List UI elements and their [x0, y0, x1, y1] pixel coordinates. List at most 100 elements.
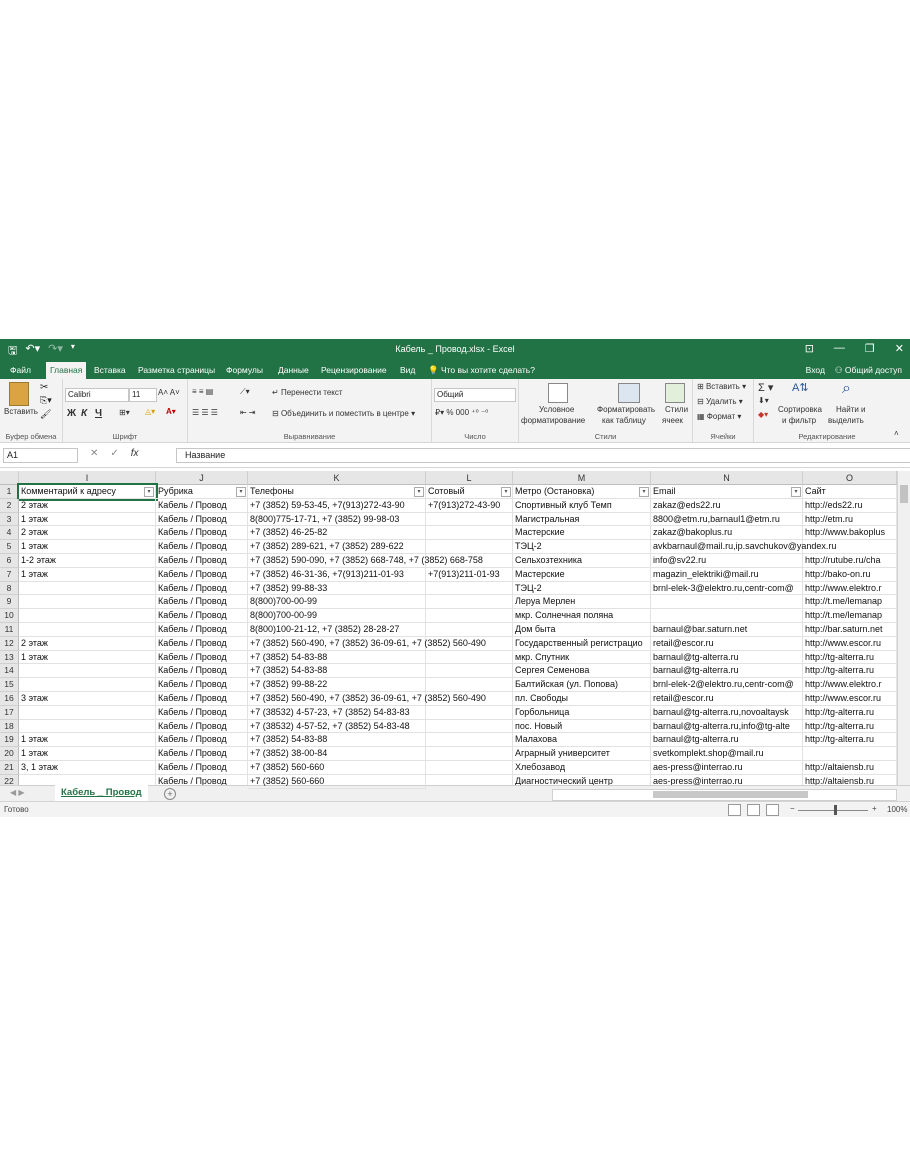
table-cell[interactable]: Сергея Семенова	[513, 664, 651, 679]
table-cell[interactable]	[426, 664, 513, 679]
table-cell[interactable]	[19, 581, 156, 596]
borders-icon[interactable]: ⊞▾	[119, 408, 130, 417]
table-cell[interactable]: barnaul@bar.saturn.net	[651, 623, 803, 637]
page-layout-view-icon[interactable]	[747, 804, 760, 816]
table-cell[interactable]	[426, 540, 513, 554]
table-cell[interactable]: 1 этаж	[19, 512, 156, 527]
table-cell[interactable]: barnaul@tg-alterra.ru	[651, 650, 803, 665]
worksheet-grid[interactable]: I J K L M N O 1 Комментарий к адресу ▾ Рубрика ▾ Тел…	[0, 471, 897, 789]
row-header[interactable]: 12	[0, 636, 19, 651]
row-header[interactable]: 15	[0, 678, 19, 692]
tell-me-box[interactable]: 💡 Что вы хотите сделать?	[424, 364, 539, 377]
font-size-select[interactable]: 11	[129, 388, 157, 402]
table-cell[interactable]: http://bar.saturn.net	[803, 623, 897, 637]
format-table-label-2[interactable]: как таблицу	[602, 416, 646, 425]
table-cell[interactable]	[651, 609, 803, 623]
table-cell[interactable]	[426, 747, 513, 761]
table-cell[interactable]: Кабель / Провод	[156, 567, 248, 582]
header-cell[interactable]: Сотовый ▾	[426, 485, 513, 499]
column-header[interactable]: I	[19, 471, 156, 485]
cell-styles-icon[interactable]	[665, 383, 685, 403]
row-header[interactable]: 3	[0, 512, 19, 527]
table-cell[interactable]: Кабель / Провод	[156, 650, 248, 665]
table-cell[interactable]: пос. Новый	[513, 719, 651, 734]
table-cell[interactable]: Сельхозтехника	[513, 554, 651, 568]
tab-insert[interactable]: Вставка	[90, 364, 130, 376]
table-cell[interactable]: +7 (3852) 289-621, +7 (3852) 289-622	[248, 540, 426, 554]
table-cell[interactable]	[426, 581, 513, 596]
table-cell[interactable]: +7(913)211-01-93	[426, 567, 513, 582]
header-cell[interactable]: Рубрика ▾	[156, 485, 248, 499]
table-cell[interactable]: http://www.elektro.r	[803, 678, 897, 692]
close-icon[interactable]: ✕	[895, 342, 904, 355]
table-cell[interactable]	[19, 595, 156, 610]
table-cell[interactable]: Хлебозавод	[513, 761, 651, 775]
table-cell[interactable]	[426, 609, 513, 623]
table-cell[interactable]: http://etm.ru	[803, 512, 897, 527]
fill-icon[interactable]: ⬇▾	[758, 396, 769, 405]
table-cell[interactable]: Спортивный клуб Темп	[513, 498, 651, 513]
table-cell[interactable]: Кабель / Провод	[156, 705, 248, 720]
table-cell[interactable]	[426, 595, 513, 610]
table-cell[interactable]: http://www.escor.ru	[803, 636, 897, 651]
table-cell[interactable]	[426, 512, 513, 527]
row-header[interactable]: 14	[0, 664, 19, 679]
table-cell[interactable]	[426, 719, 513, 734]
table-cell[interactable]	[19, 664, 156, 679]
table-cell[interactable]: +7 (3852) 560-660	[248, 761, 426, 775]
table-cell[interactable]: +7 (3852) 560-660	[248, 774, 426, 789]
table-cell[interactable]	[19, 678, 156, 692]
table-cell[interactable]: retail@escor.ru	[651, 692, 803, 706]
row-header[interactable]: 19	[0, 733, 19, 748]
zoom-level[interactable]: 100%	[887, 805, 907, 814]
table-cell[interactable]: retail@escor.ru	[651, 636, 803, 651]
table-cell[interactable]: http://tg-alterra.ru	[803, 664, 897, 679]
table-cell[interactable]: Государственный регистрацио	[513, 636, 651, 651]
table-cell[interactable]	[426, 526, 513, 541]
insert-function-icon[interactable]: fx	[131, 448, 139, 459]
table-cell[interactable]	[19, 719, 156, 734]
tab-file[interactable]: Файл	[6, 364, 35, 376]
delete-cells-button[interactable]: ⊟ Удалить ▾	[697, 397, 743, 406]
copy-icon[interactable]: ⎘▾	[40, 395, 52, 406]
table-cell[interactable]: http://tg-alterra.ru	[803, 705, 897, 720]
row-header[interactable]: 8	[0, 581, 19, 596]
row-header[interactable]: 11	[0, 623, 19, 637]
table-cell[interactable]: +7(913)272-43-90	[426, 498, 513, 513]
row-header[interactable]: 13	[0, 650, 19, 665]
column-header[interactable]: O	[803, 471, 897, 485]
table-cell[interactable]: magazin_elektriki@mail.ru	[651, 567, 803, 582]
tab-view[interactable]: Вид	[396, 364, 419, 376]
font-grow-shrink-icon[interactable]: A˄ A˅	[158, 388, 180, 397]
page-break-view-icon[interactable]	[766, 804, 779, 816]
vertical-scrollbar[interactable]	[897, 471, 910, 785]
vertical-align-icons[interactable]: ≡ ≡ ▤	[192, 387, 213, 396]
row-header[interactable]: 5	[0, 540, 19, 554]
table-cell[interactable]: Аграрный университет	[513, 747, 651, 761]
minimize-icon[interactable]: —	[834, 342, 845, 355]
table-cell[interactable]: 8(800)700-00-99	[248, 595, 426, 610]
zoom-in-icon[interactable]: +	[872, 804, 877, 813]
table-cell[interactable]	[19, 705, 156, 720]
table-cell[interactable]: 1 этаж	[19, 747, 156, 761]
paste-icon[interactable]	[9, 382, 29, 406]
table-cell[interactable]: 1 этаж	[19, 733, 156, 748]
find-select-icon[interactable]: ⌕	[842, 380, 851, 398]
table-cell[interactable]: +7 (3852) 54-83-88	[248, 650, 426, 665]
table-cell[interactable]: info@sv22.ru	[651, 554, 803, 568]
tab-formulas[interactable]: Формулы	[222, 364, 267, 376]
table-cell[interactable]: мкр. Спутник	[513, 650, 651, 665]
table-cell[interactable]: barnaul@tg-alterra.ru,novoaltaysk	[651, 705, 803, 720]
table-cell[interactable]: Мастерские	[513, 526, 651, 541]
table-cell[interactable]: +7 (3852) 560-490, +7 (3852) 36-09-61, +…	[248, 692, 486, 706]
sort-label-2[interactable]: и фильтр	[782, 416, 816, 425]
font-name-select[interactable]: Calibri	[65, 388, 129, 402]
table-cell[interactable]: avkbarnaul@mail.ru,ip.savchukov@yandex.r…	[651, 540, 836, 554]
autosum-icon[interactable]: Σ ▾	[758, 381, 773, 394]
collapse-ribbon-icon[interactable]: ˄	[894, 429, 899, 438]
table-cell[interactable]: zakaz@eds22.ru	[651, 498, 803, 513]
tab-page-layout[interactable]: Разметка страницы	[134, 364, 219, 376]
conditional-format-icon[interactable]	[548, 383, 568, 403]
format-table-label-1[interactable]: Форматировать	[597, 405, 655, 414]
table-cell[interactable]: brnl-elek-2@elektro.ru,centr-com@	[651, 678, 803, 692]
